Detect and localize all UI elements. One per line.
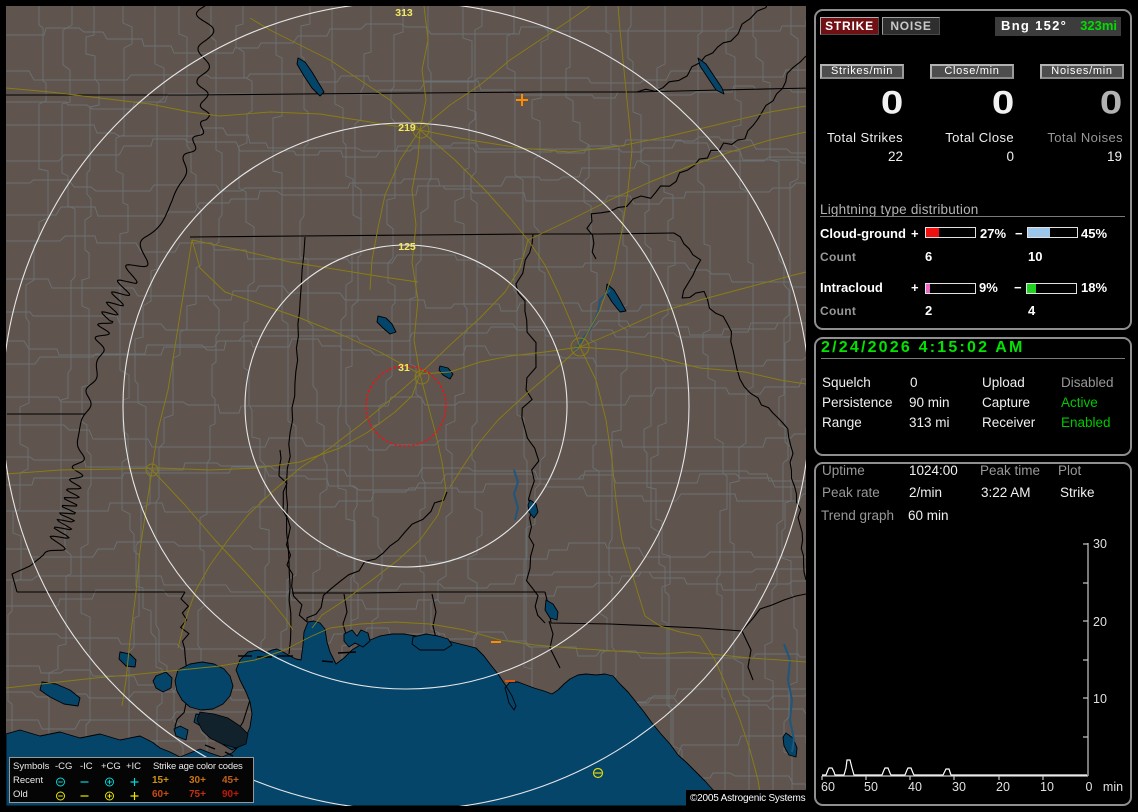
svg-text:20: 20 [1093,615,1107,629]
svg-text:min: min [1103,780,1123,794]
svg-text:10: 10 [1093,692,1107,706]
svg-text:125: 125 [398,241,416,253]
svg-text:60: 60 [821,780,835,794]
svg-text:219: 219 [398,122,416,134]
svg-text:50: 50 [864,780,878,794]
svg-text:0: 0 [1086,780,1093,794]
svg-text:30: 30 [952,780,966,794]
svg-text:31: 31 [398,362,410,374]
svg-text:20: 20 [996,780,1010,794]
svg-text:30: 30 [1093,537,1107,551]
svg-text:313: 313 [395,7,413,19]
svg-text:40: 40 [908,780,922,794]
svg-text:10: 10 [1040,780,1054,794]
